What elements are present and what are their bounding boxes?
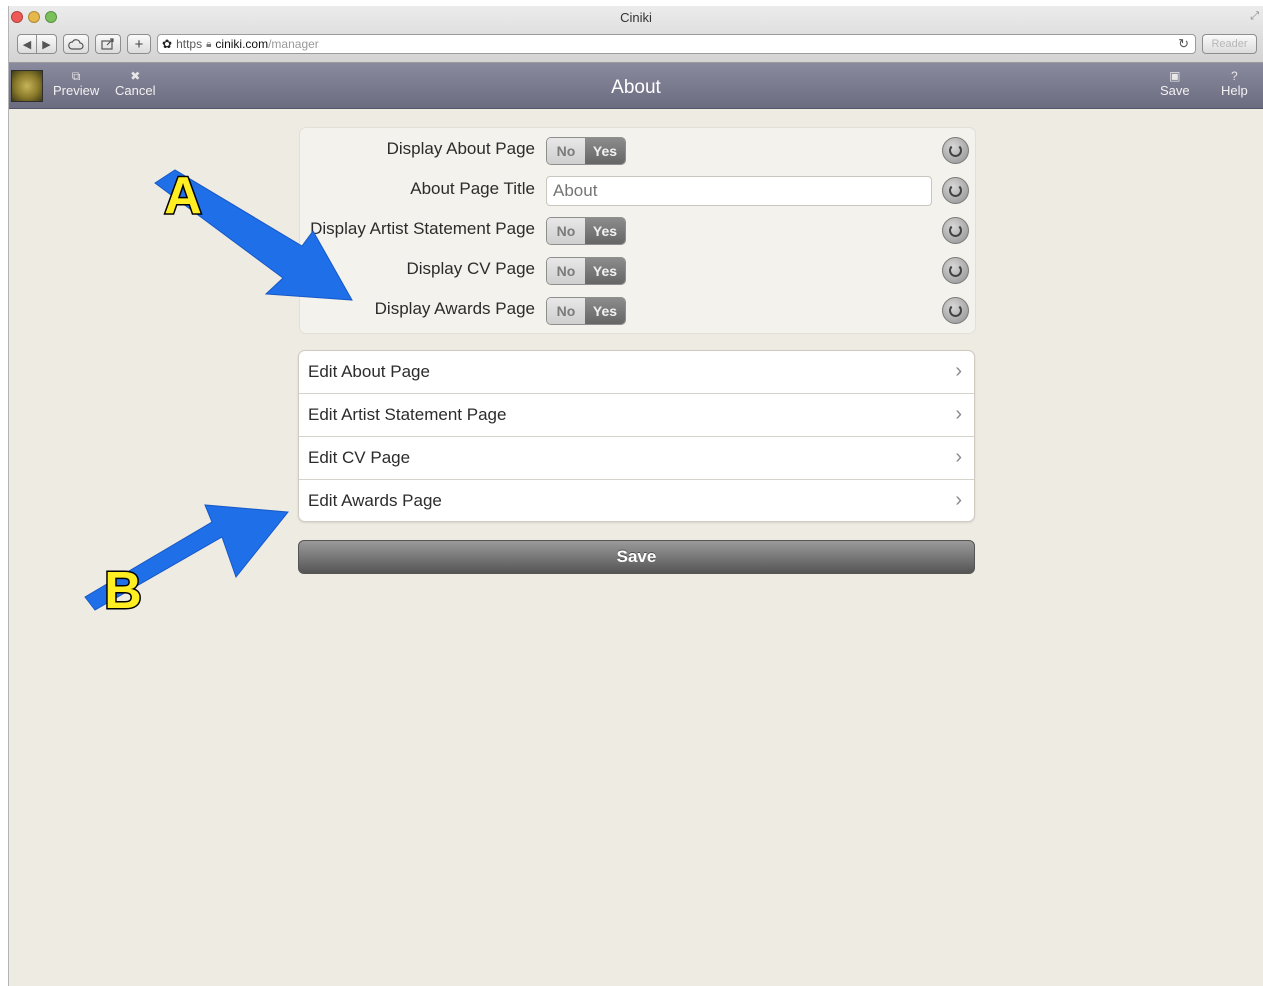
setting-row-display-cv: Display CV Page No Yes <box>300 253 975 287</box>
setting-row-display-awards: Display Awards Page No Yes <box>300 293 975 327</box>
list-item-label: Edit Awards Page <box>308 491 442 510</box>
plus-icon: + <box>134 35 144 53</box>
header-save-label: Save <box>1160 83 1190 98</box>
reset-icon[interactable] <box>942 297 969 324</box>
site-favicon-icon: ✿ <box>162 37 173 51</box>
address-host: ciniki.com <box>215 37 269 51</box>
app-nav-bar: ⧉ Preview ✖ Cancel About ▣ Save ? Help <box>9 63 1263 109</box>
icloud-tabs-button[interactable] <box>63 34 89 54</box>
toggle-yes[interactable]: Yes <box>585 298 625 324</box>
edit-awards-page-item[interactable]: Edit Awards Page › <box>299 480 974 521</box>
edit-about-page-item[interactable]: Edit About Page › <box>299 351 974 394</box>
chevron-right-icon: › <box>955 403 962 425</box>
settings-panel: Display About Page No Yes About Page Tit… <box>299 127 976 334</box>
help-label: Help <box>1221 83 1248 98</box>
cancel-button[interactable]: ✖ Cancel <box>115 69 155 98</box>
close-icon: ✖ <box>130 69 141 83</box>
about-title-input[interactable] <box>546 176 932 206</box>
reload-icon[interactable]: ↻ <box>1172 36 1195 52</box>
setting-label: Display Awards Page <box>374 299 535 318</box>
display-cv-toggle[interactable]: No Yes <box>546 257 626 285</box>
reader-button[interactable]: Reader <box>1202 34 1257 54</box>
fullscreen-icon[interactable]: ⤢ <box>1250 10 1259 23</box>
browser-window: Ciniki ⤢ ◀ ▶ + ✿ https 🔒︎ ciniki.com/man… <box>8 6 1263 986</box>
display-about-toggle[interactable]: No Yes <box>546 137 626 165</box>
main-content: Display About Page No Yes About Page Tit… <box>9 109 1263 986</box>
setting-row-display-artist-statement: Display Artist Statement Page No Yes <box>300 213 975 247</box>
page-title: About <box>611 77 661 98</box>
chevron-right-icon: › <box>955 446 962 468</box>
setting-row-display-about: Display About Page No Yes <box>300 133 975 167</box>
display-artist-statement-toggle[interactable]: No Yes <box>546 217 626 245</box>
setting-label: Display Artist Statement Page <box>310 219 535 238</box>
edit-cv-page-item[interactable]: Edit CV Page › <box>299 437 974 480</box>
preview-label: Preview <box>53 83 100 98</box>
browser-chrome: Ciniki ⤢ ◀ ▶ + ✿ https 🔒︎ ciniki.com/man… <box>9 6 1263 63</box>
address-bar[interactable]: ✿ https 🔒︎ ciniki.com/manager ↻ <box>157 34 1196 54</box>
chevron-right-icon: › <box>955 360 962 382</box>
reset-icon[interactable] <box>942 177 969 204</box>
forward-button[interactable]: ▶ <box>37 34 57 54</box>
app-logo[interactable] <box>11 70 43 102</box>
edit-artist-statement-page-item[interactable]: Edit Artist Statement Page › <box>299 394 974 437</box>
toggle-yes[interactable]: Yes <box>585 218 625 244</box>
preview-button[interactable]: ⧉ Preview <box>53 69 99 98</box>
share-icon <box>101 38 114 50</box>
reset-icon[interactable] <box>942 257 969 284</box>
cloud-icon <box>68 38 84 50</box>
browser-toolbar: ◀ ▶ + ✿ https 🔒︎ ciniki.com/manager ↻ Re… <box>17 33 1257 55</box>
external-link-icon: ⧉ <box>71 69 81 83</box>
save-button[interactable]: Save <box>298 540 975 574</box>
toggle-no[interactable]: No <box>547 298 585 324</box>
toggle-no[interactable]: No <box>547 138 585 164</box>
setting-label: About Page Title <box>410 179 535 198</box>
back-forward-group: ◀ ▶ <box>17 34 57 54</box>
window-title: Ciniki <box>620 10 652 25</box>
list-item-label: Edit About Page <box>308 362 430 381</box>
lock-icon: 🔒︎ <box>206 38 212 50</box>
header-save-button[interactable]: ▣ Save <box>1160 69 1190 98</box>
help-button[interactable]: ? Help <box>1221 69 1248 98</box>
toggle-no[interactable]: No <box>547 218 585 244</box>
reset-icon[interactable] <box>942 217 969 244</box>
edit-pages-list: Edit About Page › Edit Artist Statement … <box>298 350 975 522</box>
new-tab-button[interactable]: + <box>127 34 151 54</box>
address-scheme: https <box>176 37 203 51</box>
chevron-right-icon: › <box>955 489 962 511</box>
setting-label: Display CV Page <box>406 259 535 278</box>
display-awards-toggle[interactable]: No Yes <box>546 297 626 325</box>
list-item-label: Edit Artist Statement Page <box>308 405 507 424</box>
toggle-no[interactable]: No <box>547 258 585 284</box>
address-path: /manager <box>268 37 319 51</box>
back-button[interactable]: ◀ <box>17 34 37 54</box>
toggle-yes[interactable]: Yes <box>585 138 625 164</box>
floppy-disk-icon: ▣ <box>1169 69 1181 83</box>
toggle-yes[interactable]: Yes <box>585 258 625 284</box>
cancel-label: Cancel <box>115 83 156 98</box>
reset-icon[interactable] <box>942 137 969 164</box>
share-button[interactable] <box>95 34 121 54</box>
setting-label: Display About Page <box>386 139 535 158</box>
list-item-label: Edit CV Page <box>308 448 411 467</box>
setting-row-about-title: About Page Title <box>300 173 975 207</box>
question-icon: ? <box>1231 69 1238 83</box>
